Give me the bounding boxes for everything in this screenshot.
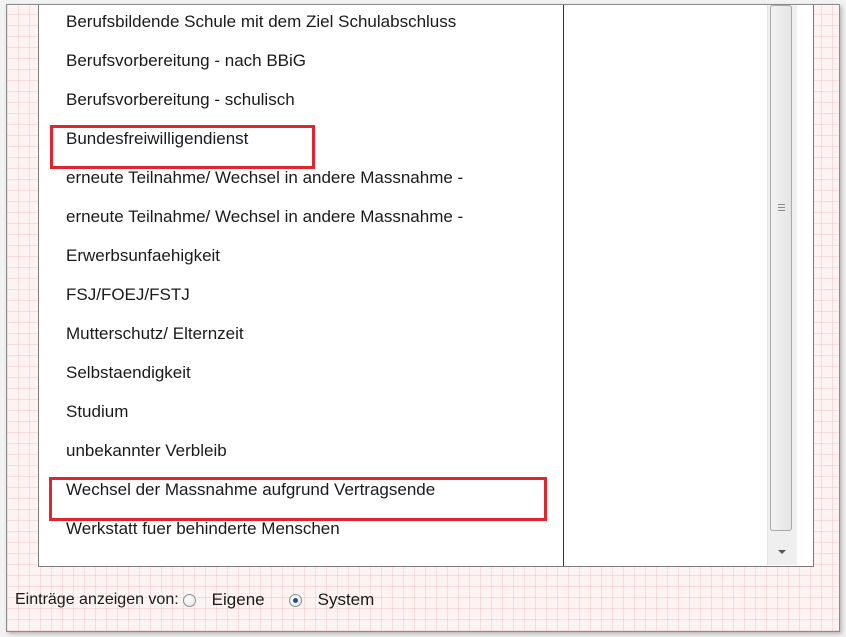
list-item[interactable]: Mutterschutz/ Elternzeit — [66, 322, 244, 346]
radio-eigene[interactable] — [182, 593, 196, 607]
list-item[interactable]: erneute Teilnahme/ Wechsel in andere Mas… — [66, 205, 463, 229]
dialog-frame: Berufsbildende Schule mit dem Ziel Schul… — [6, 4, 840, 632]
list-item[interactable]: FSJ/FOEJ/FSTJ — [66, 283, 190, 307]
radio-system[interactable] — [288, 593, 302, 607]
list-item[interactable]: Berufsvorbereitung - nach BBiG — [66, 49, 306, 73]
list-item[interactable]: Werkstatt fuer behinderte Menschen — [66, 517, 340, 541]
list-column: Berufsbildende Schule mit dem Ziel Schul… — [39, 5, 563, 566]
filter-label: Einträge anzeigen von: — [15, 591, 179, 608]
scroll-down-arrow-icon[interactable] — [768, 541, 796, 563]
list-item[interactable]: Wechsel der Massnahme aufgrund Vertragse… — [66, 478, 435, 502]
list-item[interactable]: Selbstaendigkeit — [66, 361, 191, 385]
grip-icon — [778, 204, 785, 212]
list-item[interactable]: Studium — [66, 400, 128, 424]
vertical-scrollbar[interactable] — [767, 5, 797, 565]
radio-system-label[interactable]: System — [318, 590, 375, 610]
list-item[interactable]: Erwerbsunfaehigkeit — [66, 244, 220, 268]
column-divider — [563, 5, 564, 566]
list-item[interactable]: Berufsvorbereitung - schulisch — [66, 88, 295, 112]
filter-footer: Einträge anzeigen von: Eigene System — [15, 587, 394, 613]
list-item[interactable]: Berufsbildende Schule mit dem Ziel Schul… — [66, 10, 456, 34]
radio-eigene-label[interactable]: Eigene — [212, 590, 265, 610]
list-item[interactable]: Bundesfreiwilligendienst — [66, 127, 248, 151]
status-listbox[interactable]: Berufsbildende Schule mit dem Ziel Schul… — [38, 5, 814, 567]
list-item[interactable]: unbekannter Verbleib — [66, 439, 227, 463]
list-item[interactable]: erneute Teilnahme/ Wechsel in andere Mas… — [66, 166, 463, 190]
scrollbar-thumb[interactable] — [770, 5, 792, 531]
